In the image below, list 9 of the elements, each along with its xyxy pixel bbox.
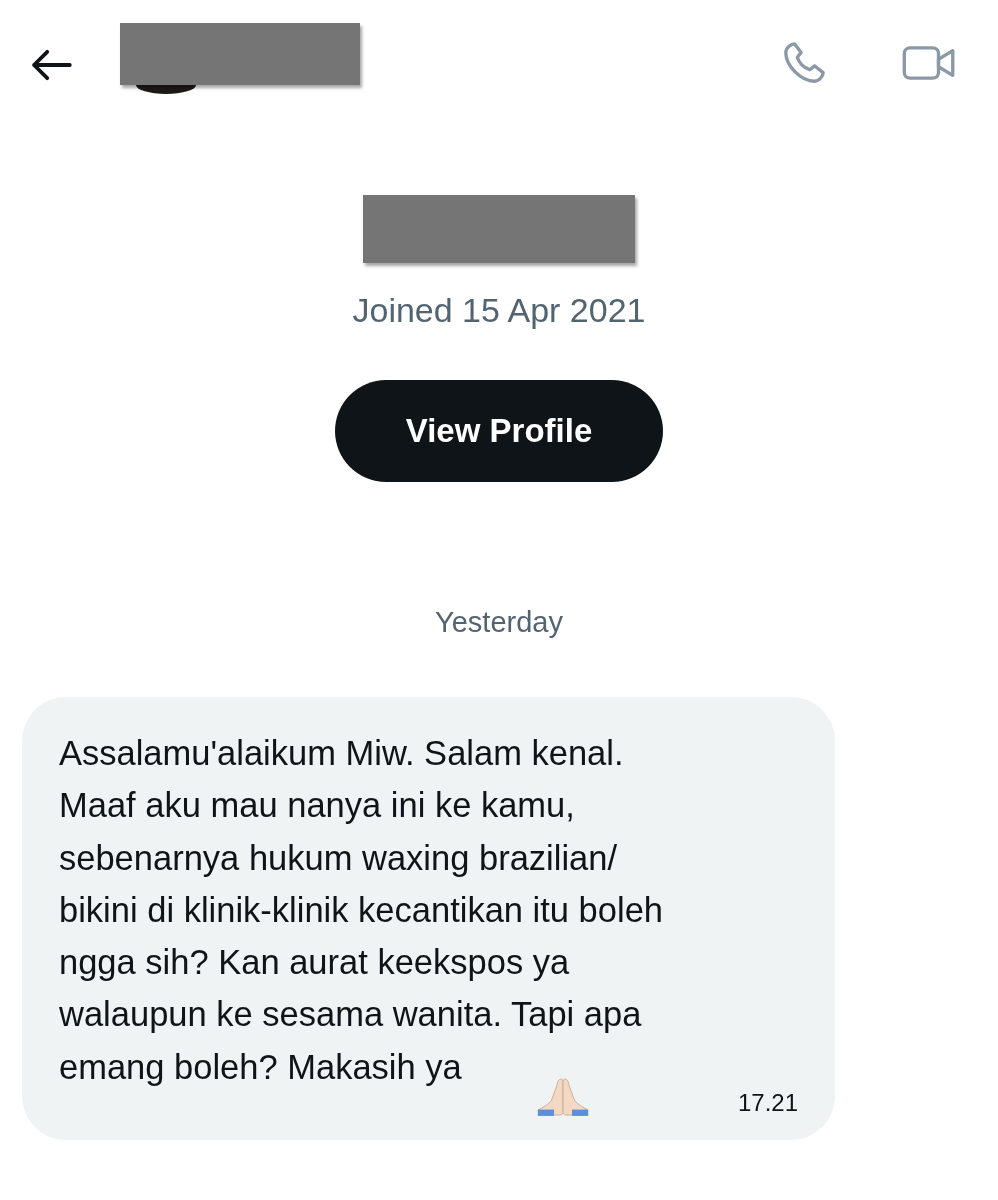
- message-text: Assalamu'alaikum Miw. Salam kenal. Maaf aku mau nanya ini ke kamu, sebenarnya hukum waxing brazilian/ bikini di klinik-klinik kecantikan itu boleh ngga sih? Kan aurat keekspos ya walaupun ke sesama wanita. Tapi apa emang boleh? Makasih ya: [59, 733, 665, 1088]
- view-profile-button[interactable]: View Profile: [335, 380, 663, 482]
- video-camera-icon[interactable]: [902, 43, 956, 82]
- date-divider: Yesterday: [434, 606, 564, 639]
- message-time: 17.21: [737, 1089, 798, 1117]
- joined-date: Joined 15 Apr 2021: [352, 291, 646, 330]
- praying-hands-icon: [536, 1077, 590, 1117]
- phone-icon[interactable]: [781, 39, 827, 86]
- back-arrow-icon[interactable]: [30, 48, 72, 81]
